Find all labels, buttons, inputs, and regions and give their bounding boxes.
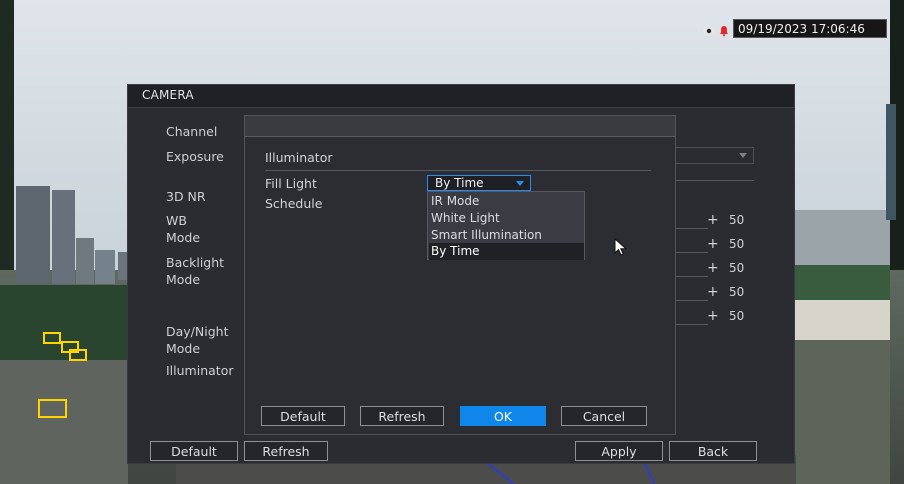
illuminator-dialog: Illuminator Fill Light Schedule Default … (245, 116, 675, 434)
exposure-select[interactable] (673, 147, 754, 164)
menu-option-smart-illumination[interactable]: Smart Illumination (429, 227, 584, 244)
fill-light-label: Fill Light (265, 176, 317, 191)
dialog-default-button[interactable]: Default (261, 406, 345, 426)
slider-value: 50 (729, 285, 745, 299)
slider-value: 50 (729, 261, 745, 275)
slider-track[interactable] (673, 228, 708, 229)
fill-light-dropdown[interactable]: By Time (427, 175, 531, 191)
label-wb-mode: WB Mode (166, 213, 201, 245)
label-channel: Channel (166, 124, 218, 139)
plus-icon[interactable]: + (707, 284, 719, 300)
window-title-bar: CAMERA (128, 85, 794, 108)
fill-light-options-menu[interactable]: IR Mode White Light Smart Illumination B… (427, 191, 585, 260)
fill-light-value: By Time (435, 176, 484, 190)
chevron-down-icon (516, 181, 524, 186)
slider-track[interactable] (673, 252, 708, 253)
apply-button[interactable]: Apply (575, 441, 663, 461)
plus-icon[interactable]: + (707, 308, 719, 324)
label-illuminator: Illuminator (166, 363, 234, 378)
label-3d-nr: 3D NR (166, 189, 206, 204)
dialog-header: Illuminator (265, 150, 333, 165)
menu-option-by-time[interactable]: By Time (429, 243, 584, 260)
window-title: CAMERA (142, 88, 194, 102)
dialog-ok-button[interactable]: OK (460, 406, 546, 426)
dialog-cancel-button[interactable]: Cancel (561, 406, 647, 426)
label-day-night-mode: Day/Night Mode (166, 324, 229, 356)
slider-value: 50 (729, 213, 745, 227)
recording-eye-icon (702, 22, 716, 35)
dialog-title-bar (245, 116, 675, 137)
label-backlight-mode: Backlight Mode (166, 255, 225, 287)
menu-option-ir-mode[interactable]: IR Mode (429, 193, 584, 210)
label-exposure: Exposure (166, 149, 224, 164)
mouse-cursor-icon (614, 237, 628, 256)
refresh-button[interactable]: Refresh (244, 441, 328, 461)
back-button[interactable]: Back (669, 441, 757, 461)
plus-icon[interactable]: + (707, 236, 719, 252)
slider-value-row[interactable]: + 50 (707, 212, 767, 230)
slider-value: 50 (729, 237, 745, 251)
menu-option-white-light[interactable]: White Light (429, 210, 584, 227)
plus-icon[interactable]: + (707, 260, 719, 276)
slider-track[interactable] (673, 324, 708, 325)
dialog-refresh-button[interactable]: Refresh (360, 406, 444, 426)
datetime-text: 09/19/2023 17:06:46 (738, 22, 865, 36)
slider-value: 50 (729, 309, 745, 323)
slider-value-row[interactable]: + 50 (707, 260, 767, 278)
divider-line (673, 180, 754, 181)
schedule-label: Schedule (265, 196, 323, 211)
dialog-divider (265, 170, 651, 171)
slider-value-row[interactable]: + 50 (707, 308, 767, 326)
datetime-display: 09/19/2023 17:06:46 (733, 19, 887, 38)
default-button[interactable]: Default (150, 441, 238, 461)
chevron-down-icon (739, 153, 747, 158)
slider-value-row[interactable]: + 50 (707, 236, 767, 254)
slider-value-row[interactable]: + 50 (707, 284, 767, 302)
alarm-bell-icon (718, 22, 730, 37)
slider-track[interactable] (673, 276, 708, 277)
plus-icon[interactable]: + (707, 212, 719, 228)
slider-track[interactable] (673, 300, 708, 301)
